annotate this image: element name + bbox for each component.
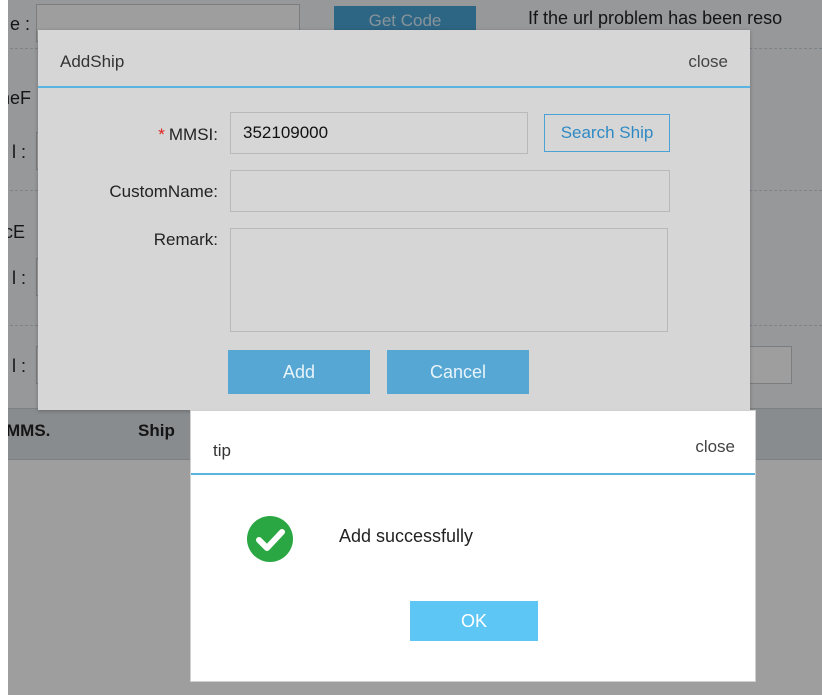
custom-name-input[interactable] [230,170,670,212]
tip-header: tip close [191,411,755,475]
remark-label: Remark: [153,230,218,249]
add-ship-dialog: AddShip close *MMSI: Search Ship CustomN… [38,30,750,410]
mmsi-input[interactable] [230,112,528,154]
tip-message: Add successfully [339,526,474,546]
dialog-close-button[interactable]: close [688,52,728,72]
required-mark: * [158,125,165,144]
search-ship-button[interactable]: Search Ship [544,114,670,152]
left-margin [0,0,8,695]
remark-textarea[interactable] [230,228,668,332]
mmsi-label-text: MMSI: [168,125,218,144]
add-button[interactable]: Add [228,350,370,394]
ok-button[interactable]: OK [410,601,538,641]
tip-close-button[interactable]: close [695,437,735,457]
success-check-icon [247,516,293,562]
tip-dialog: tip close Add successfully OK [190,410,756,682]
tip-title: tip [213,441,231,460]
cancel-button[interactable]: Cancel [387,350,529,394]
dialog-header: AddShip close [38,30,750,88]
dialog-title: AddShip [60,52,125,71]
mmsi-label: * MMSI: [38,125,218,145]
custom-name-label: CustomName: [109,182,218,201]
